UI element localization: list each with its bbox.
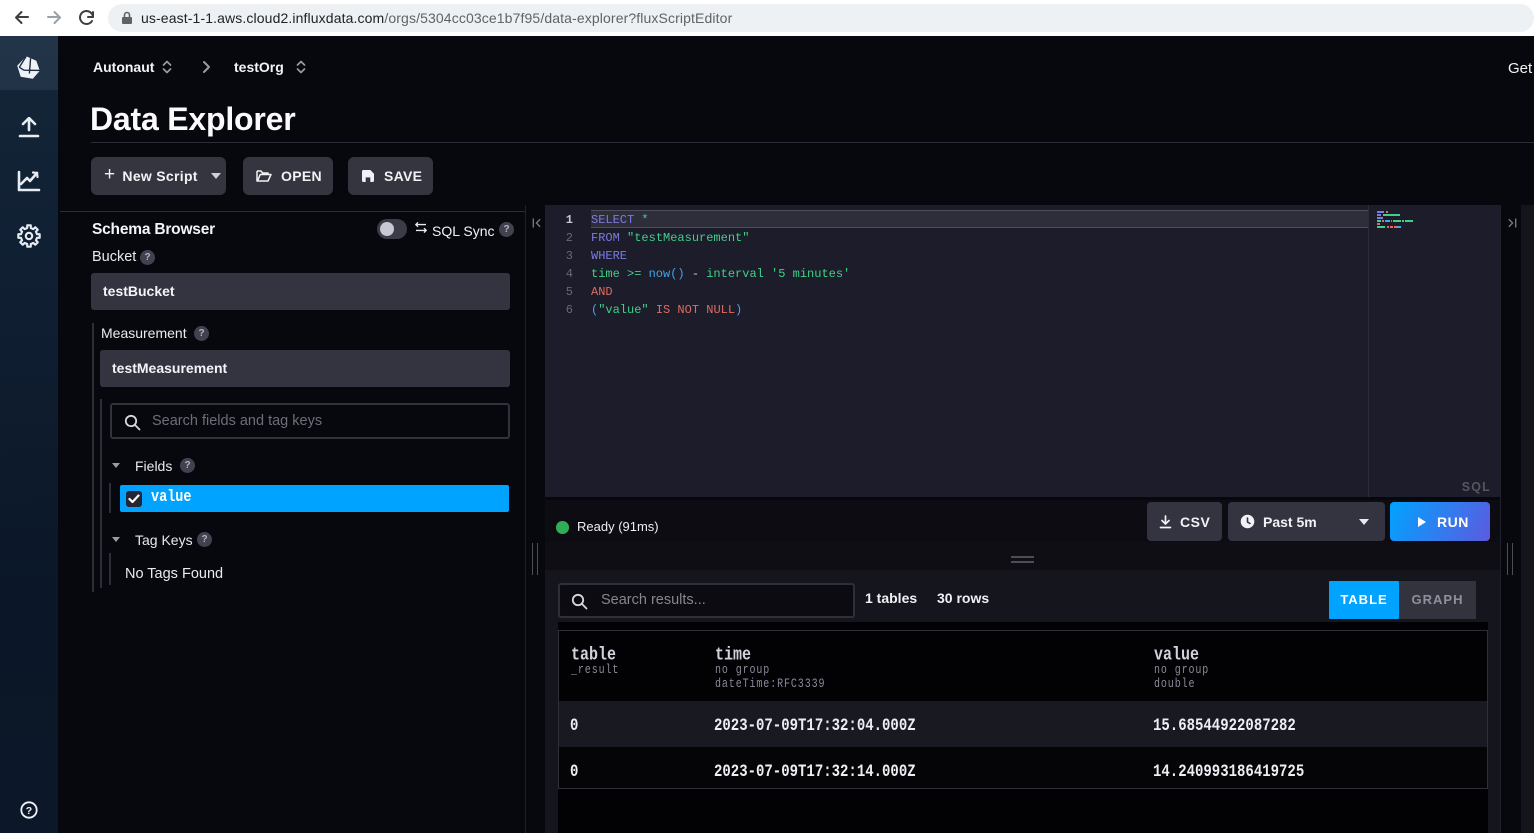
svg-text:?: ? [26, 805, 32, 817]
